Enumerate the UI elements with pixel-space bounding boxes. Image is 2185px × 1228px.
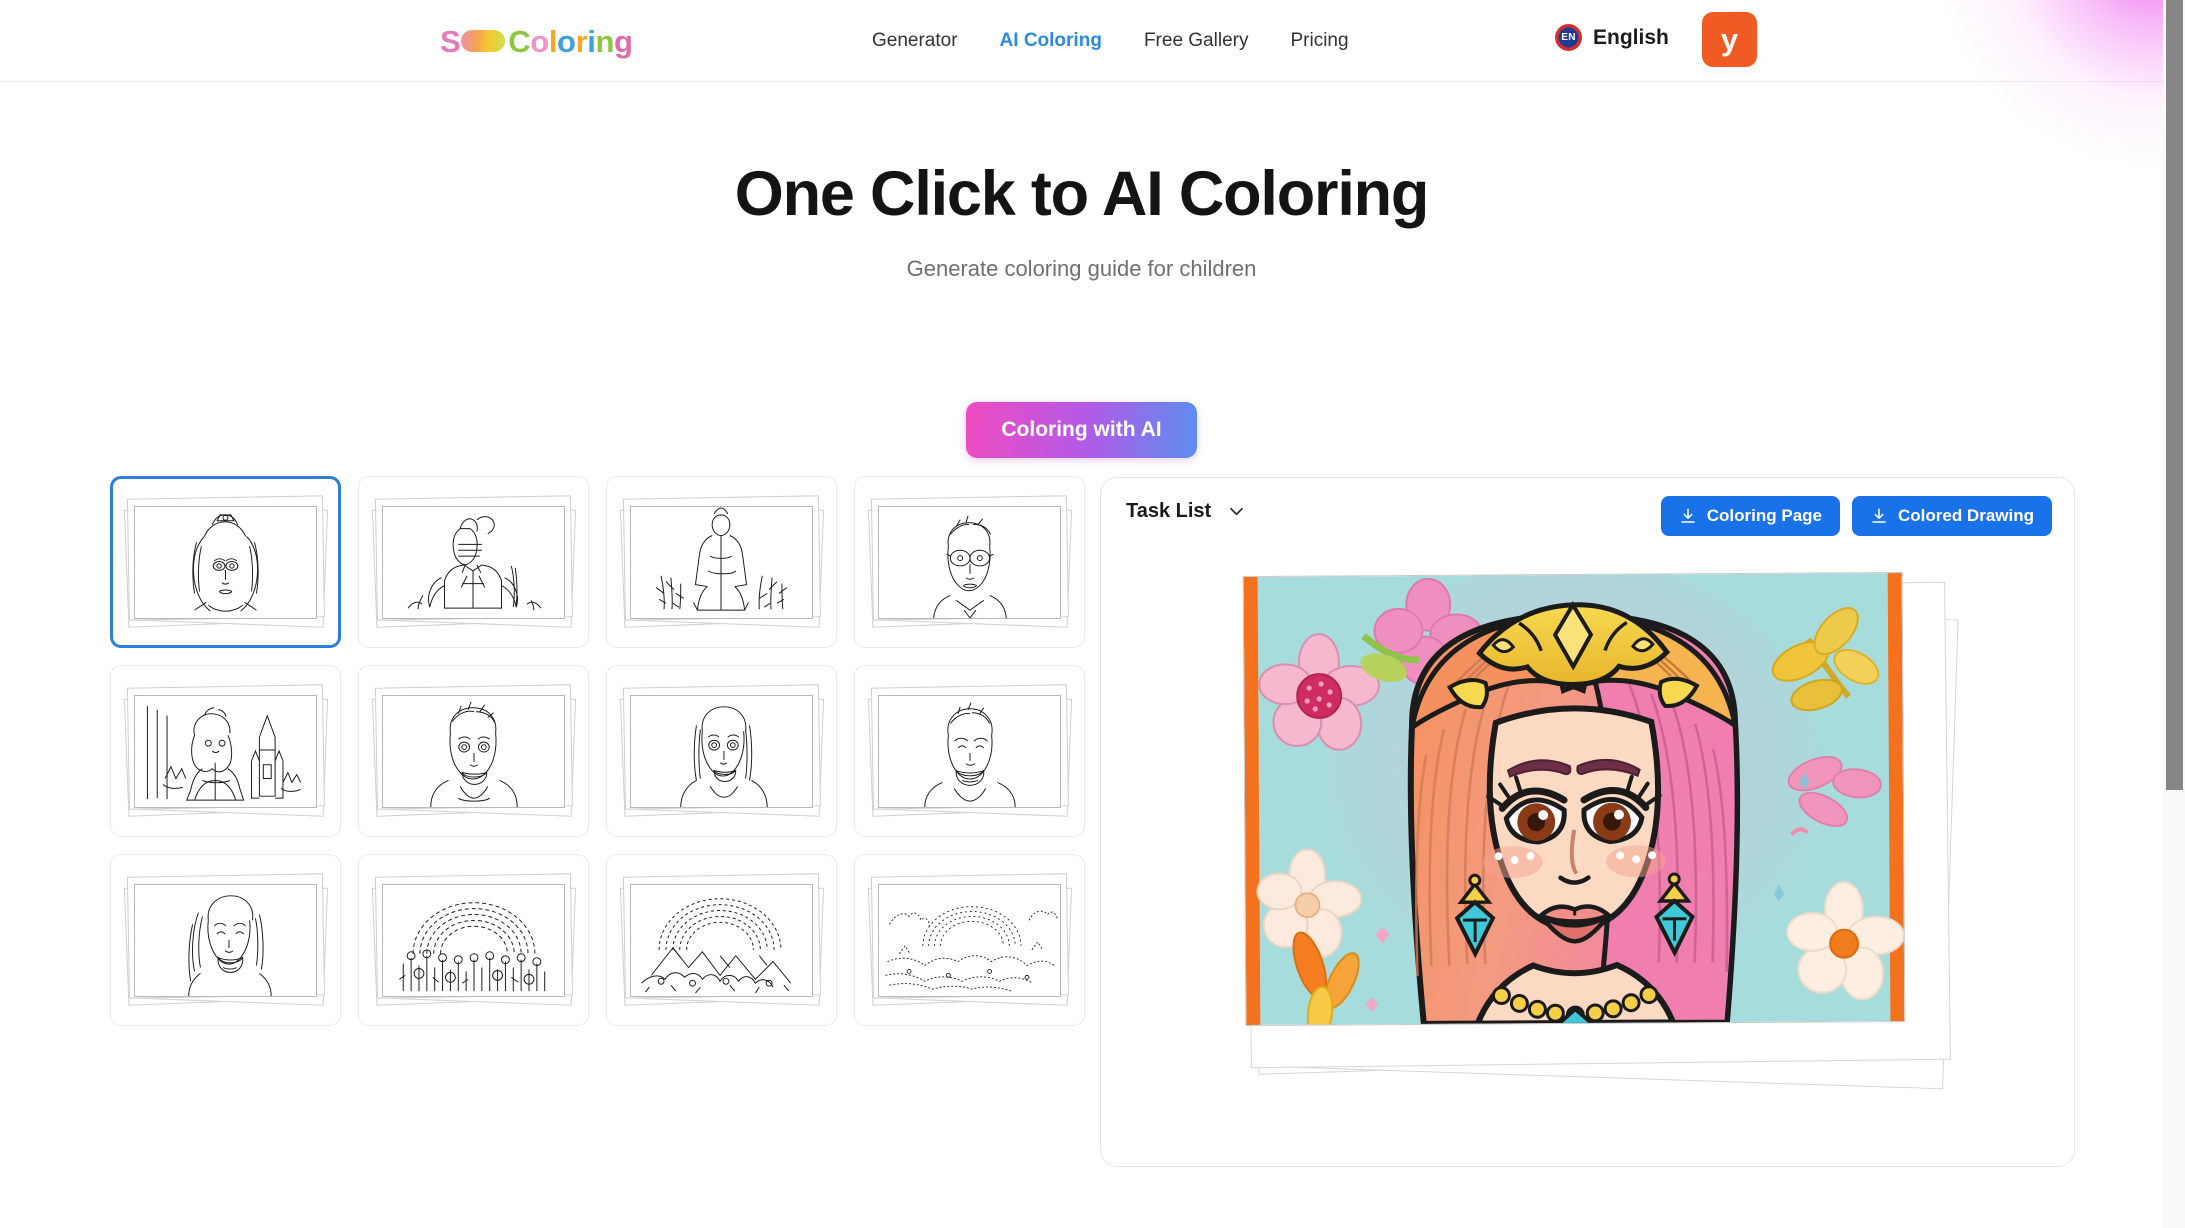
site-logo[interactable]: S Coloring — [440, 20, 633, 62]
page-title: One Click to AI Coloring — [734, 159, 1430, 229]
gallery-thumbnail-2[interactable] — [358, 476, 589, 648]
coloring-with-ai-button[interactable]: Coloring with AI — [966, 402, 1197, 458]
gallery-thumbnail-5[interactable] — [110, 665, 341, 837]
download-icon — [1872, 508, 1886, 523]
logo-oval-icon — [461, 30, 506, 52]
thumbnail-art-princess-castle — [134, 694, 317, 808]
download-icon — [1680, 508, 1695, 523]
thumbnail-art-rainbow-flowers — [382, 883, 565, 997]
gallery-thumbnail-11[interactable] — [606, 854, 837, 1026]
gallery-thumbnail-4[interactable] — [854, 476, 1085, 648]
download-colored-drawing-label: Colored Drawing — [1897, 506, 2034, 525]
task-list-dropdown[interactable]: Task List — [1126, 500, 1245, 523]
cta-container: Coloring with AI — [0, 402, 2163, 458]
paper-stack — [855, 666, 1084, 836]
nav-item-ai-coloring[interactable]: AI Coloring — [1000, 30, 1102, 52]
paper-stack — [111, 855, 340, 1025]
thumbnail-art-princess-face — [134, 505, 317, 619]
gallery-thumbnail-8[interactable] — [854, 665, 1085, 837]
download-coloring-page-button[interactable]: Coloring Page — [1660, 496, 1840, 536]
download-colored-drawing-button[interactable]: Colored Drawing — [1851, 496, 2052, 536]
page-subtitle: Generate coloring guide for children — [906, 256, 1257, 282]
download-coloring-page-label: Coloring Page — [1706, 506, 1822, 525]
nav-item-pricing[interactable]: Pricing — [1290, 30, 1348, 52]
paper-stack — [855, 855, 1084, 1025]
paper-stack — [359, 855, 588, 1025]
task-list-label: Task List — [1126, 500, 1212, 522]
flag-en-icon: EN — [1555, 24, 1582, 51]
gallery-thumbnail-3[interactable] — [606, 476, 837, 648]
gallery-thumbnail-6[interactable] — [358, 665, 589, 837]
paper-stack — [359, 477, 588, 647]
preview-colored-image[interactable] — [1242, 571, 1906, 1027]
chevron-down-icon — [1230, 507, 1244, 516]
paper-stack — [607, 666, 836, 836]
thumbnail-art-princess-gown — [630, 505, 813, 619]
paper-stack — [359, 666, 588, 836]
page-scrollbar-thumb[interactable] — [2166, 0, 2183, 790]
thumbnail-art-boy-glasses — [878, 505, 1061, 619]
hero-section: One Click to AI Coloring Generate colori… — [0, 159, 2163, 282]
nav-item-generator[interactable]: Generator — [872, 30, 958, 52]
thumbnail-art-rainbow-landscape — [878, 883, 1061, 997]
main-navigation: Generator AI Coloring Free Gallery Prici… — [872, 30, 1349, 52]
logo-text: S Coloring — [440, 26, 633, 57]
gallery-thumbnail-10[interactable] — [358, 854, 589, 1026]
thumbnail-art-girl-smile — [630, 694, 813, 808]
preview-panel: Task List Coloring Page Colored Drawing — [1100, 477, 2075, 1167]
preview-panel-header: Task List Coloring Page Colored Drawing — [1101, 478, 2074, 552]
page-scrollbar-track[interactable] — [2163, 0, 2185, 1228]
download-button-group: Coloring Page Colored Drawing — [1660, 496, 2052, 536]
paper-stack — [855, 477, 1084, 647]
thumbnail-art-boy-laugh — [878, 694, 1061, 808]
preview-image-stack — [1156, 556, 2036, 1146]
language-label: English — [1593, 25, 1669, 49]
thumbnail-art-girl-laugh — [134, 883, 317, 997]
thumbnail-grid — [110, 476, 1085, 1026]
paper-stack — [607, 477, 836, 647]
language-selector[interactable]: EN English — [1555, 24, 1669, 51]
gallery-thumbnail-9[interactable] — [110, 854, 341, 1026]
logo-word-coloring: Coloring — [508, 23, 633, 59]
gallery-thumbnail-12[interactable] — [854, 854, 1085, 1026]
gallery-thumbnail-1[interactable] — [110, 476, 341, 648]
thumbnail-art-knight — [382, 505, 565, 619]
paper-stack — [111, 666, 340, 836]
nav-item-free-gallery[interactable]: Free Gallery — [1144, 30, 1249, 52]
paper-stack — [113, 479, 338, 645]
thumbnail-art-boy-smile — [382, 694, 565, 808]
page-root: S Coloring Generator AI Coloring Free Ga… — [0, 0, 2185, 1228]
user-avatar[interactable]: y — [1702, 12, 1757, 67]
gallery-thumbnail-7[interactable] — [606, 665, 837, 837]
site-header: S Coloring Generator AI Coloring Free Ga… — [0, 0, 2163, 82]
logo-letter-s: S — [440, 23, 461, 59]
thumbnail-art-rainbow-mountain — [630, 883, 813, 997]
thumbnail-gallery: 1 … 16 17 18 … 51 — [110, 476, 1085, 1026]
paper-stack — [607, 855, 836, 1025]
